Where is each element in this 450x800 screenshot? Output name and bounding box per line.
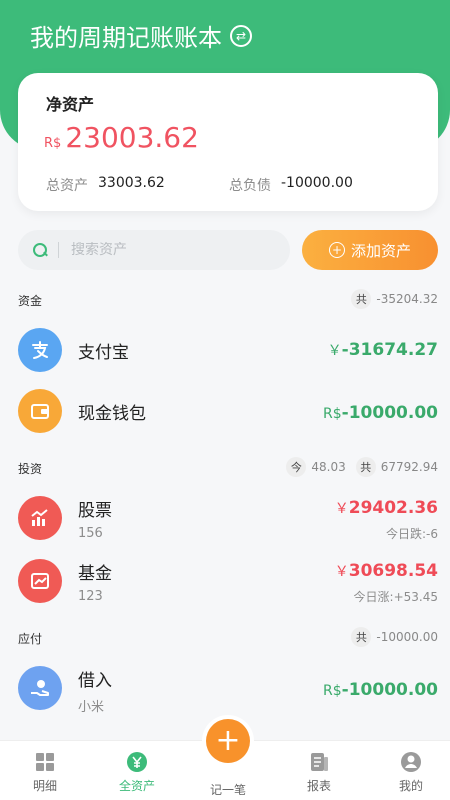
asset-name: 股票 — [78, 501, 112, 521]
alipay-icon — [18, 328, 62, 372]
book-switcher[interactable]: 我的周期记账账本 ⇄ — [30, 18, 252, 53]
total-liabilities-label: 总负债 — [229, 178, 271, 194]
tab-reports[interactable]: 报表 — [284, 751, 354, 794]
asset-row-alipay[interactable]: 支付宝 ￥-31674.27 — [0, 322, 450, 378]
tab-label: 我的 — [398, 779, 423, 793]
asset-name: 基金 — [78, 564, 112, 584]
search-input[interactable] — [71, 242, 251, 258]
search-bar[interactable] — [18, 230, 290, 270]
tab-all-assets[interactable]: 全资产 — [102, 751, 172, 794]
net-asset-card: 净资产 R$ 23003.62 总资产 33003.62 总负债 -10000.… — [18, 73, 438, 211]
stock-chart-icon — [18, 496, 62, 540]
asset-name: 借入 — [78, 671, 112, 691]
asset-amount-value: -31674.27 — [341, 340, 438, 360]
borrow-hand-icon — [18, 666, 62, 710]
asset-amount: R$-10000.00 — [323, 680, 438, 700]
section-payables-stats: 共 -10000.00 — [351, 627, 438, 647]
total-assets-value: 33003.62 — [98, 175, 165, 191]
asset-name: 支付宝 — [78, 343, 129, 363]
investments-today-value: 48.03 — [311, 460, 346, 474]
grid-icon — [36, 753, 54, 771]
add-asset-button[interactable]: + 添加资产 — [302, 230, 438, 270]
net-asset-amount: 23003.62 — [65, 121, 199, 154]
asset-row-cash-wallet[interactable]: 现金钱包 R$-10000.00 — [0, 383, 450, 439]
add-asset-label: 添加资产 — [350, 241, 411, 260]
fund-trend-icon — [18, 559, 62, 603]
section-funds-stats: 共 -35204.32 — [351, 289, 438, 309]
book-title: 我的周期记账账本 — [30, 24, 222, 52]
switch-book-icon[interactable]: ⇄ — [230, 24, 252, 47]
tab-mine[interactable]: 我的 — [376, 751, 446, 794]
funds-total: 共 -35204.32 — [351, 289, 438, 309]
payables-total: 共 -10000.00 — [351, 627, 438, 647]
net-asset-currency: R$ — [44, 136, 62, 151]
asset-sub: 123 — [78, 589, 103, 604]
asset-amount: R$-10000.00 — [323, 403, 438, 423]
tab-label: 全资产 — [118, 779, 155, 793]
section-investments-stats: 今 48.03 共 67792.94 — [286, 457, 438, 477]
today-pill: 今 — [286, 457, 307, 477]
asset-row-borrowed[interactable]: 借入 小米 R$-10000.00 — [0, 660, 450, 716]
asset-name: 现金钱包 — [78, 404, 146, 424]
asset-currency: R$ — [323, 683, 342, 699]
asset-amount: ￥30698.54 — [335, 561, 438, 581]
total-pill: 共 — [355, 457, 376, 477]
total-pill: 共 — [351, 627, 372, 647]
investments-total-value: 67792.94 — [380, 460, 438, 474]
asset-currency: ￥ — [327, 343, 342, 359]
net-asset-title: 净资产 — [46, 95, 95, 114]
asset-amount-value: 29402.36 — [348, 498, 438, 518]
wallet-icon — [18, 389, 62, 433]
add-record-label: 记一笔 — [209, 783, 246, 797]
asset-sub: 小米 — [78, 700, 105, 715]
search-divider — [58, 242, 59, 258]
asset-amount-value: 30698.54 — [348, 561, 438, 581]
asset-currency: ￥ — [334, 501, 349, 517]
add-record-fab[interactable]: + — [206, 719, 250, 763]
user-icon — [401, 752, 421, 772]
total-assets-label: 总资产 — [46, 178, 88, 194]
total-liabilities-value: -10000.00 — [281, 175, 353, 191]
investments-total: 共 67792.94 — [355, 457, 438, 477]
tab-label: 明细 — [32, 779, 57, 793]
asset-amount-value: -10000.00 — [341, 680, 438, 700]
section-payables-label: 应付 — [18, 632, 43, 646]
asset-currency: R$ — [323, 406, 342, 422]
bottom-tab-bar: 明细 全资产 + 记一笔 报表 我的 — [0, 719, 450, 800]
search-icon — [32, 242, 48, 258]
tab-details[interactable]: 明细 — [10, 751, 80, 794]
total-liabilities: 总负债 -10000.00 — [229, 175, 353, 195]
total-assets: 总资产 33003.62 — [46, 175, 165, 195]
asset-row-funds[interactable]: 基金 123 ￥30698.54 今日涨:+53.45 — [0, 553, 450, 609]
investments-today: 今 48.03 — [286, 457, 346, 477]
asset-daily-change: 今日涨:+53.45 — [353, 590, 438, 604]
asset-amount: ￥29402.36 — [335, 498, 438, 518]
asset-row-stocks[interactable]: 股票 156 ￥29402.36 今日跌:-6 — [0, 490, 450, 546]
report-icon — [311, 753, 328, 771]
funds-total-value: -35204.32 — [376, 292, 438, 306]
payables-total-value: -10000.00 — [376, 630, 438, 644]
asset-currency: ￥ — [334, 564, 349, 580]
total-pill: 共 — [351, 289, 372, 309]
asset-daily-change: 今日跌:-6 — [385, 527, 438, 541]
add-circle-icon: + — [328, 242, 345, 258]
asset-sub: 156 — [78, 526, 103, 541]
tab-label: 报表 — [306, 779, 331, 793]
section-investments-label: 投资 — [18, 462, 43, 476]
yen-icon — [127, 752, 147, 772]
net-asset-value: R$ 23003.62 — [44, 121, 199, 154]
asset-amount-value: -10000.00 — [341, 403, 438, 423]
asset-amount: ￥-31674.27 — [328, 340, 438, 360]
section-funds-label: 资金 — [18, 294, 43, 308]
